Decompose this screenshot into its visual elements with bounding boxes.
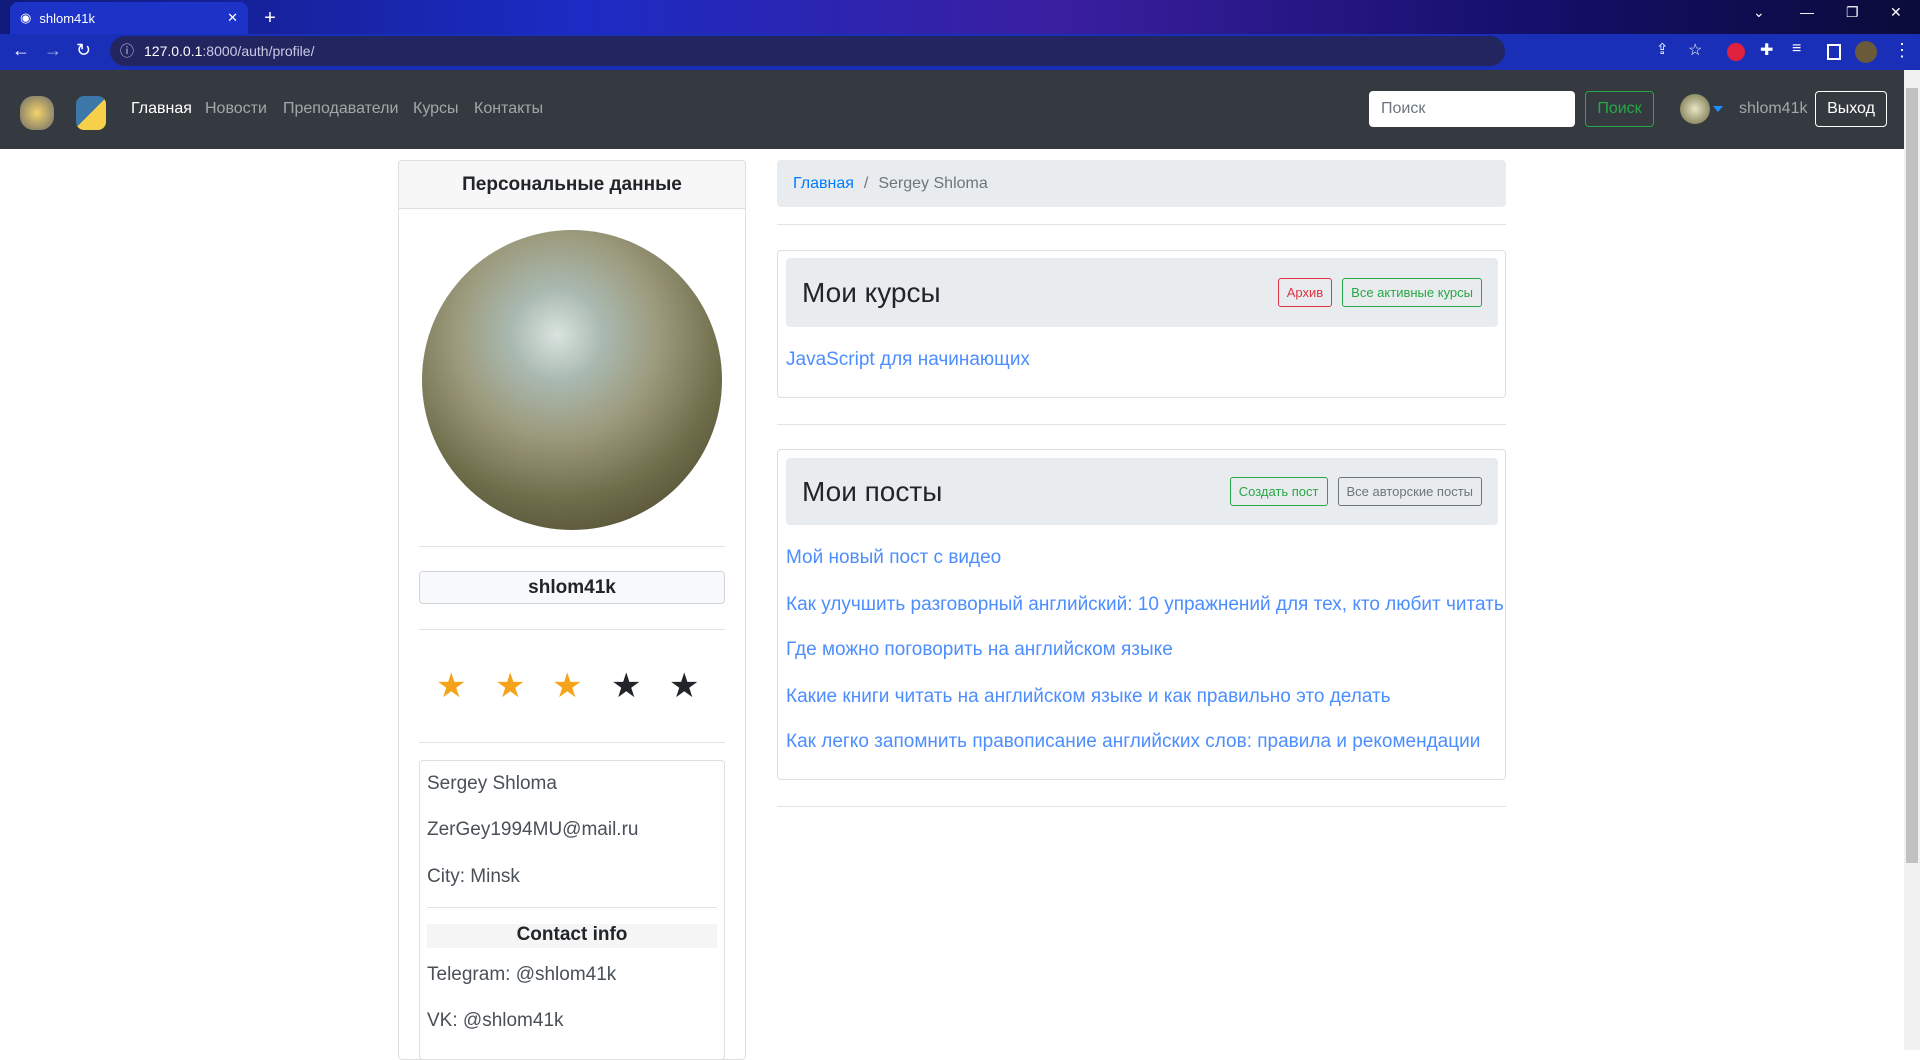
post-link[interactable]: Где можно поговорить на английском языке xyxy=(786,639,1173,661)
full-name: Sergey Shloma xyxy=(427,773,557,794)
divider xyxy=(777,224,1506,225)
profile-username: shlom41k xyxy=(419,571,725,604)
profile-avatar xyxy=(422,230,722,530)
divider xyxy=(419,546,725,547)
post-link[interactable]: Как легко запомнить правописание английс… xyxy=(786,731,1480,753)
nav-home[interactable]: Главная xyxy=(131,100,192,118)
minimize-icon[interactable]: — xyxy=(1800,4,1814,20)
bee-logo-icon[interactable] xyxy=(20,96,54,130)
breadcrumb-home[interactable]: Главная xyxy=(793,175,854,193)
menu-icon[interactable]: ⋮ xyxy=(1893,40,1911,61)
user-avatar[interactable] xyxy=(1680,94,1710,124)
logout-button[interactable]: Выход xyxy=(1815,91,1887,127)
post-link[interactable]: Как улучшить разговорный английский: 10 … xyxy=(786,594,1504,616)
side-panel-icon[interactable] xyxy=(1827,44,1841,60)
browser-tab[interactable]: ◉ shlom41k ✕ xyxy=(10,2,248,34)
posts-title: Мои посты xyxy=(802,475,943,507)
reload-icon[interactable]: ↻ xyxy=(76,40,91,61)
info-icon: ⓘ xyxy=(120,43,134,59)
extensions-icon[interactable]: ✚ xyxy=(1760,40,1773,60)
share-icon[interactable]: ⇪ xyxy=(1656,40,1669,58)
star-filled-icon: ★ xyxy=(552,667,583,705)
all-posts-button[interactable]: Все авторские посты xyxy=(1337,477,1482,506)
star-filled-icon: ★ xyxy=(436,667,467,705)
posts-header: Мои посты Создать пост Все авторские пос… xyxy=(786,458,1498,525)
search-input[interactable]: Поиск xyxy=(1369,91,1575,127)
post-link[interactable]: Мой новый пост с видео xyxy=(786,547,1001,569)
scrollbar-thumb[interactable] xyxy=(1906,88,1918,863)
breadcrumb: Главная / Sergey Shloma xyxy=(777,160,1506,207)
divider xyxy=(427,907,717,908)
profile-icon[interactable] xyxy=(1855,41,1877,63)
courses-header: Мои курсы Архив Все активные курсы xyxy=(786,258,1498,327)
profile-card-header: Персональные данные xyxy=(398,160,746,209)
city: City: Minsk xyxy=(427,866,520,887)
star-empty-icon: ★ xyxy=(669,667,700,705)
nav-teachers[interactable]: Преподаватели xyxy=(283,100,398,118)
url-host: 127.0.0.1 xyxy=(144,43,203,59)
divider xyxy=(777,806,1506,807)
media-icon[interactable]: ≡ xyxy=(1792,40,1801,58)
address-bar[interactable]: ⓘ 127.0.0.1:8000/auth/profile/ xyxy=(110,36,1505,66)
breadcrumb-separator: / xyxy=(863,174,869,192)
nav-contacts[interactable]: Контакты xyxy=(474,100,543,118)
close-window-icon[interactable]: ✕ xyxy=(1890,4,1902,21)
star-filled-icon: ★ xyxy=(495,667,526,705)
new-tab-button[interactable]: + xyxy=(258,6,282,30)
caret-down-icon[interactable] xyxy=(1713,106,1723,112)
url-path: :8000/auth/profile/ xyxy=(202,43,315,59)
globe-icon: ◉ xyxy=(20,10,32,25)
course-link[interactable]: JavaScript для начинающих xyxy=(786,349,1030,371)
bookmark-star-icon[interactable]: ☆ xyxy=(1688,40,1702,60)
contact-info-title: Contact info xyxy=(427,924,717,948)
adblock-icon[interactable] xyxy=(1727,43,1745,61)
tab-title: shlom41k xyxy=(39,10,95,26)
all-active-courses-button[interactable]: Все активные курсы xyxy=(1342,278,1482,307)
vk: VK: @shlom41k xyxy=(427,1010,564,1031)
divider xyxy=(419,629,725,630)
close-tab-icon[interactable]: ✕ xyxy=(227,10,238,26)
email: ZerGey1994MU@mail.ru xyxy=(427,819,639,840)
python-logo-icon[interactable] xyxy=(76,96,106,130)
nav-news[interactable]: Новости xyxy=(205,100,267,118)
archive-button[interactable]: Архив xyxy=(1277,278,1333,307)
forward-icon[interactable]: → xyxy=(44,40,62,61)
search-button[interactable]: Поиск xyxy=(1585,91,1654,127)
telegram: Telegram: @shlom41k xyxy=(427,964,617,985)
breadcrumb-current: Sergey Shloma xyxy=(878,174,988,192)
post-link[interactable]: Какие книги читать на английском языке и… xyxy=(786,686,1391,708)
divider xyxy=(777,424,1506,425)
create-post-button[interactable]: Создать пост xyxy=(1229,477,1328,506)
star-empty-icon: ★ xyxy=(611,667,642,705)
restore-icon[interactable]: ❐ xyxy=(1846,4,1859,21)
back-icon[interactable]: ← xyxy=(12,40,30,61)
tab-search-icon[interactable]: ⌄ xyxy=(1753,4,1765,21)
courses-title: Мои курсы xyxy=(802,276,941,308)
nav-courses[interactable]: Курсы xyxy=(413,100,459,118)
divider xyxy=(419,742,725,743)
nav-username[interactable]: shlom41k xyxy=(1739,100,1807,118)
